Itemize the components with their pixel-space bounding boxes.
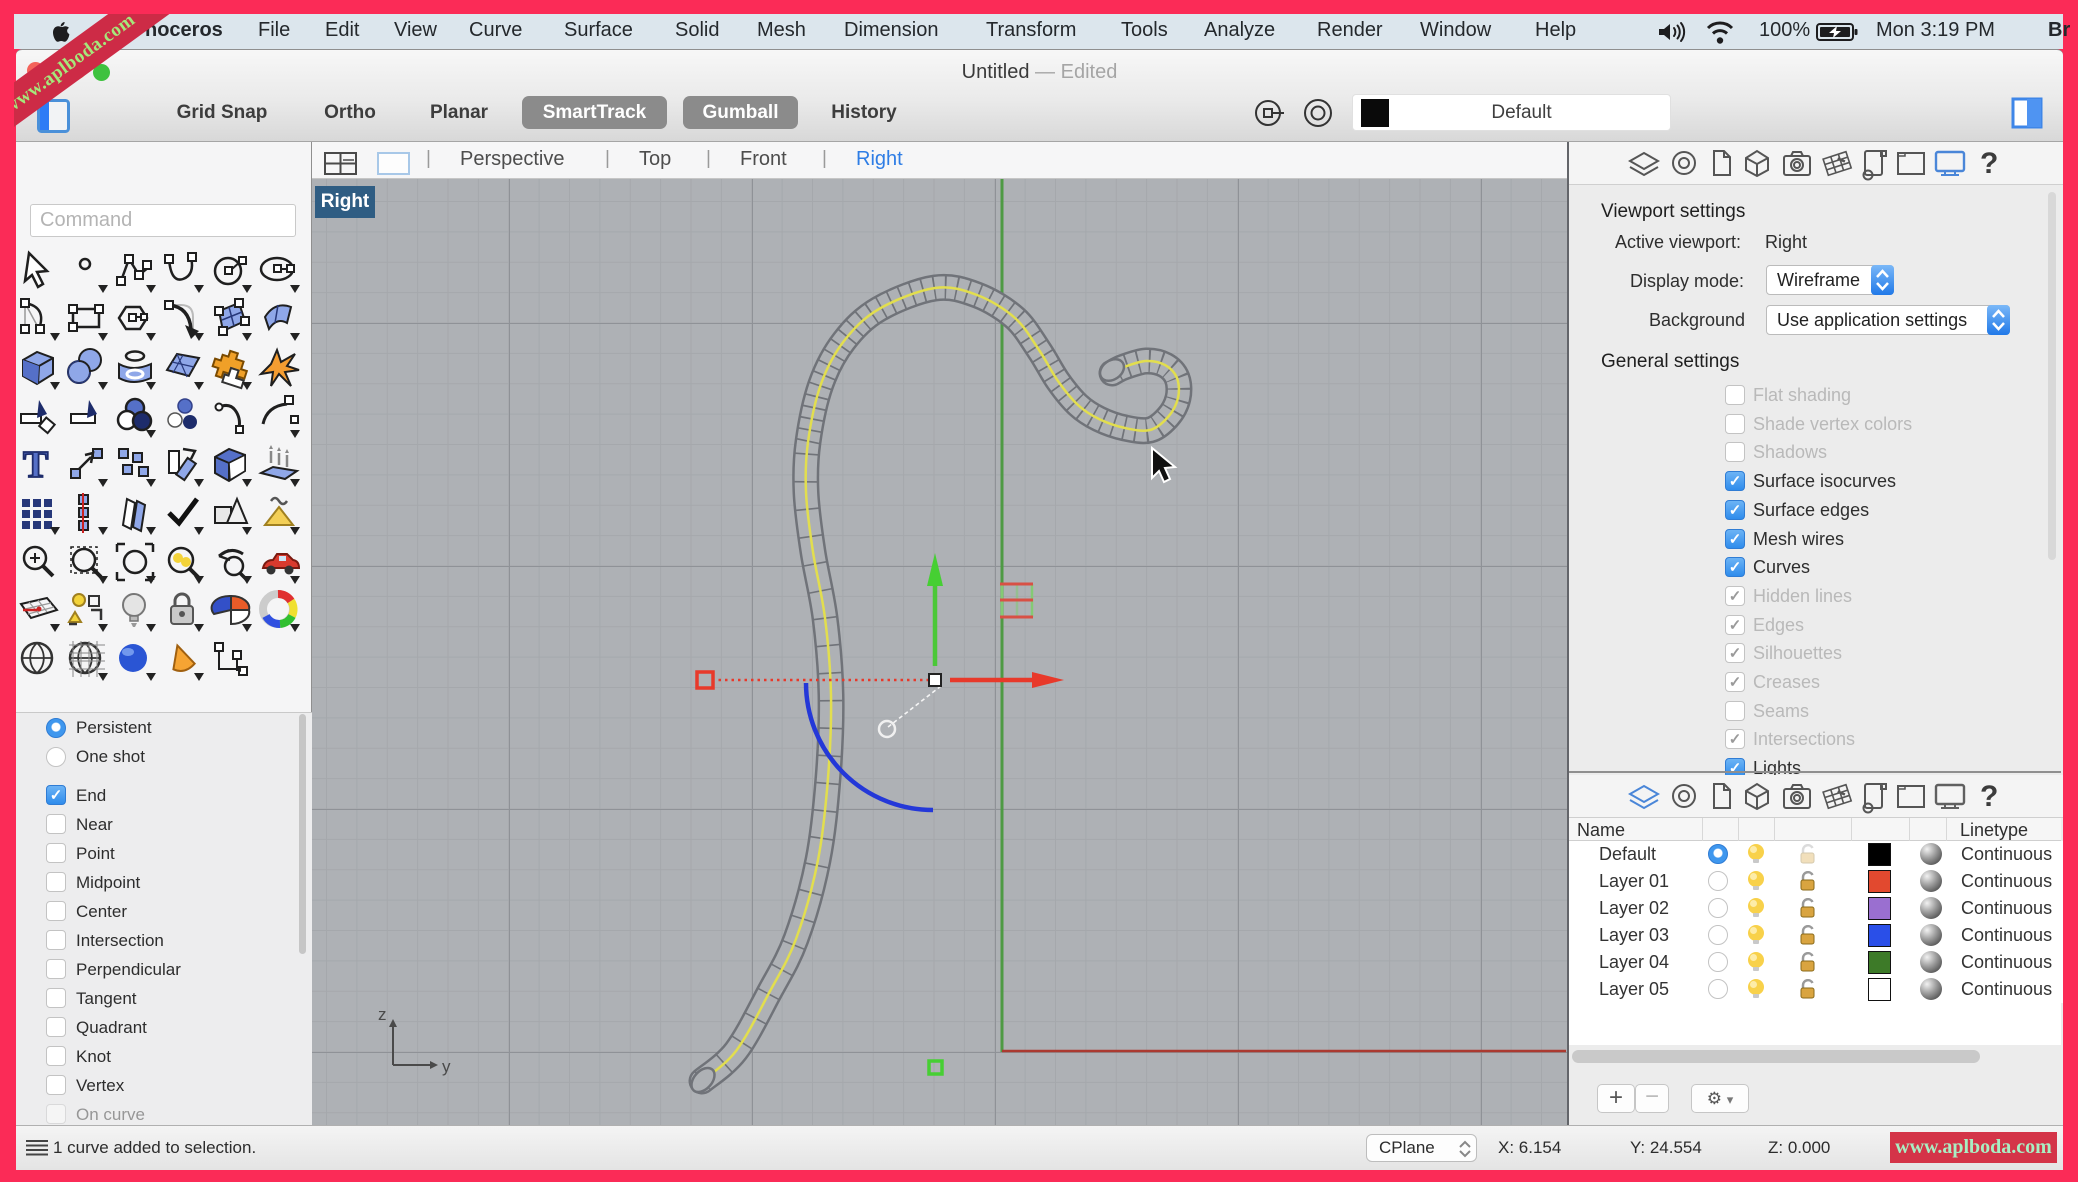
svg-text:?: ?: [1980, 780, 1998, 813]
svg-text:?: ?: [1980, 147, 1998, 180]
svg-text:y: y: [442, 1057, 451, 1076]
svg-text:z: z: [378, 1005, 387, 1024]
svg-text:T: T: [23, 444, 48, 486]
